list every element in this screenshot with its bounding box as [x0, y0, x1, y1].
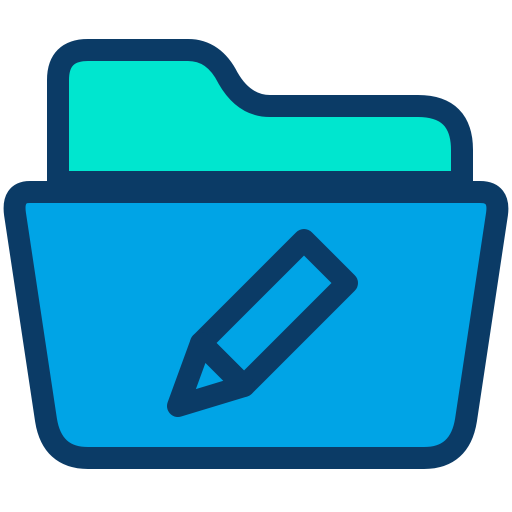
icon-canvas — [0, 0, 512, 512]
edit-folder-icon — [3, 39, 509, 469]
folder-back-sheet — [47, 39, 473, 193]
